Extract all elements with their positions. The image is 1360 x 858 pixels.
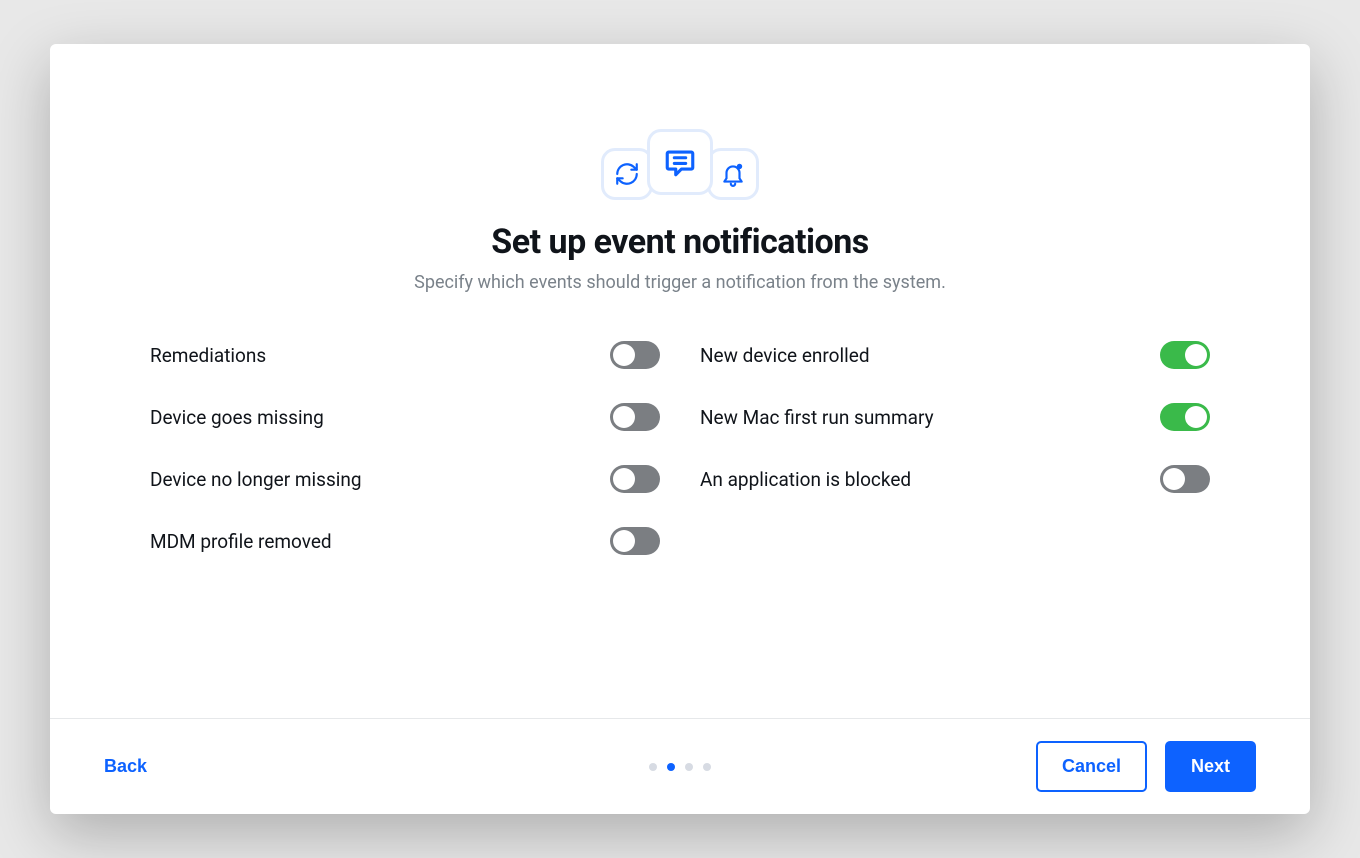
modal-body: Set up event notifications Specify which…: [50, 44, 1310, 718]
refresh-icon: [601, 148, 653, 200]
modal-footer: Back Cancel Next: [50, 718, 1310, 814]
back-button[interactable]: Back: [104, 756, 147, 777]
toggle-row: Remediations: [150, 341, 660, 369]
toggle-knob: [613, 406, 635, 428]
toggle-switch[interactable]: [1160, 341, 1210, 369]
toggle-knob: [1185, 344, 1207, 366]
setup-modal: Set up event notifications Specify which…: [50, 44, 1310, 814]
toggles-col-left: Remediations Device goes missing Device no…: [150, 341, 660, 555]
toggle-row: MDM profile removed: [150, 527, 660, 555]
toggle-row: An application is blocked: [700, 465, 1210, 493]
pager-dot[interactable]: [667, 763, 675, 771]
next-button[interactable]: Next: [1165, 741, 1256, 792]
pager-dot[interactable]: [703, 763, 711, 771]
toggle-label: An application is blocked: [700, 468, 911, 491]
bell-icon: [707, 148, 759, 200]
toggle-knob: [613, 344, 635, 366]
page-title: Set up event notifications: [491, 222, 868, 262]
toggle-row: New Mac first run summary: [700, 403, 1210, 431]
page-subtitle: Specify which events should trigger a no…: [414, 272, 946, 293]
hero-icon-cluster: [601, 124, 759, 200]
toggle-row: Device goes missing: [150, 403, 660, 431]
toggle-knob: [1185, 406, 1207, 428]
toggles-col-right: New device enrolled New Mac first run sum…: [700, 341, 1210, 555]
toggle-switch[interactable]: [610, 527, 660, 555]
toggle-switch[interactable]: [610, 403, 660, 431]
message-icon: [647, 129, 713, 195]
toggle-knob: [1163, 468, 1185, 490]
toggle-knob: [613, 530, 635, 552]
cancel-button[interactable]: Cancel: [1036, 741, 1147, 792]
toggle-label: Device goes missing: [150, 406, 324, 429]
pager-dot[interactable]: [685, 763, 693, 771]
toggle-label: New device enrolled: [700, 344, 870, 367]
toggle-knob: [613, 468, 635, 490]
toggle-switch[interactable]: [610, 465, 660, 493]
toggles-grid: Remediations Device goes missing Device no…: [150, 341, 1210, 555]
toggle-label: MDM profile removed: [150, 530, 332, 553]
step-pager: [649, 763, 711, 771]
pager-dot[interactable]: [649, 763, 657, 771]
toggle-switch[interactable]: [1160, 465, 1210, 493]
footer-actions: Cancel Next: [1036, 741, 1256, 792]
toggle-row: New device enrolled: [700, 341, 1210, 369]
toggle-label: Remediations: [150, 344, 266, 367]
toggle-label: New Mac first run summary: [700, 406, 934, 429]
toggle-row: Device no longer missing: [150, 465, 660, 493]
toggle-switch[interactable]: [610, 341, 660, 369]
toggle-label: Device no longer missing: [150, 468, 362, 491]
toggle-switch[interactable]: [1160, 403, 1210, 431]
